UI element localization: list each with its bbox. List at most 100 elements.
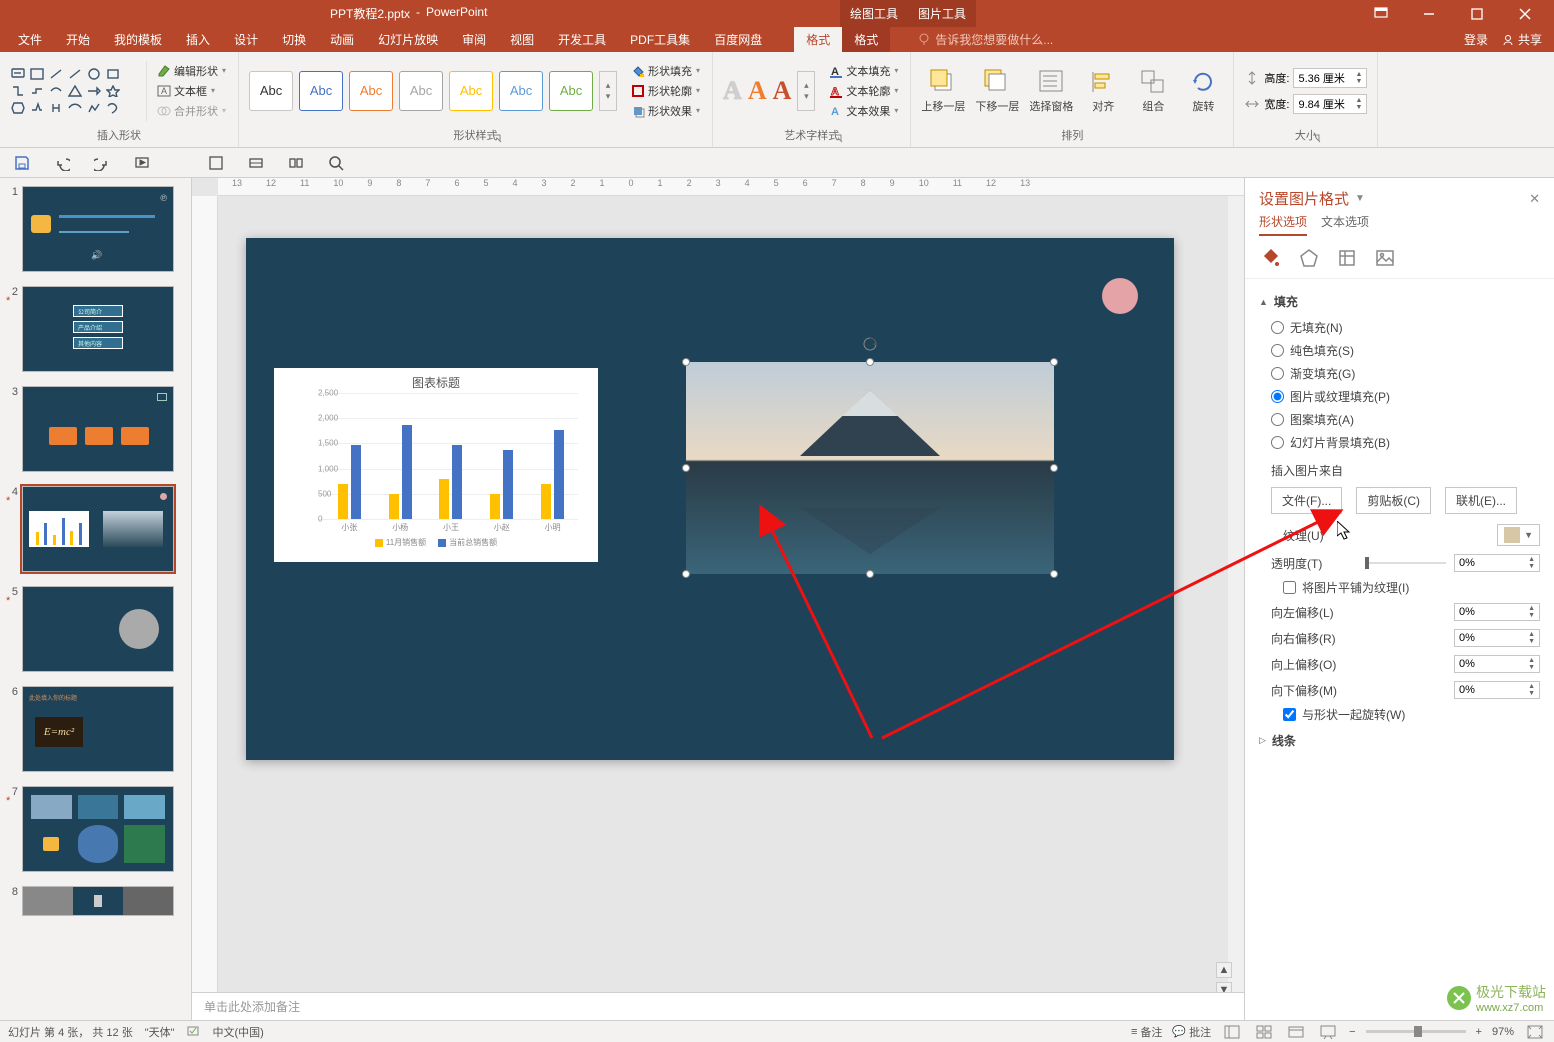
slide-editor[interactable]: 13121110987654321012345678910111213 图表标题… (192, 178, 1244, 1020)
context-tab-drawing[interactable]: 绘图工具 (840, 0, 908, 27)
text-effects-button[interactable]: A文本效果▾ (827, 102, 900, 120)
resize-handle[interactable] (866, 570, 874, 578)
radio-gradient-fill[interactable]: 渐变填充(G) (1259, 362, 1540, 385)
style-preset[interactable]: Abc (549, 71, 593, 111)
resize-handle[interactable] (682, 358, 690, 366)
zoom-level[interactable]: 97% (1492, 1026, 1514, 1038)
wordart-preset[interactable]: A (773, 76, 792, 106)
tile-checkbox[interactable]: 将图片平铺为纹理(I) (1271, 576, 1540, 599)
pink-circle-shape[interactable] (1102, 278, 1138, 314)
start-from-beginning-icon[interactable] (132, 153, 152, 173)
radio-picture-fill[interactable]: 图片或纹理填充(P) (1259, 385, 1540, 408)
notes-toggle[interactable]: ≡ 备注 (1131, 1024, 1162, 1040)
resize-handle[interactable] (682, 464, 690, 472)
bring-forward-button[interactable]: 上移一层 (921, 68, 965, 114)
chart-object[interactable]: 图表标题 05001,0001,5002,0002,500 小张小杨小王小赵小明… (274, 368, 598, 562)
slide-canvas[interactable]: 图表标题 05001,0001,5002,0002,500 小张小杨小王小赵小明… (246, 238, 1174, 760)
slide-thumbnails[interactable]: 1℗🔊 2*公司简介产品介绍其他内容 3 4* 5* 6此处填入你的标题E=mc… (0, 178, 192, 1020)
wordart-preset[interactable]: A (748, 76, 767, 106)
qat-icon[interactable] (206, 153, 226, 173)
notes-pane[interactable]: 单击此处添加备注 (192, 992, 1244, 1020)
style-preset[interactable]: Abc (399, 71, 443, 111)
style-gallery-more[interactable]: ▴▾ (599, 71, 617, 111)
tab-format-drawing[interactable]: 格式 (794, 27, 842, 52)
style-preset[interactable]: Abc (299, 71, 343, 111)
send-backward-button[interactable]: 下移一层 (975, 68, 1019, 114)
prev-slide-button[interactable]: ▲ (1216, 962, 1232, 978)
transparency-slider[interactable] (1365, 562, 1446, 564)
resize-handle[interactable] (1050, 464, 1058, 472)
group-button[interactable]: 组合 (1133, 68, 1173, 114)
tab-home[interactable]: 开始 (54, 27, 102, 52)
style-preset[interactable]: Abc (449, 71, 493, 111)
shapes-gallery[interactable] (10, 67, 138, 115)
thumbnail-slide[interactable] (22, 786, 174, 872)
undo-icon[interactable] (52, 153, 72, 173)
fill-and-line-icon[interactable] (1259, 246, 1283, 270)
maximize-icon[interactable] (1460, 0, 1494, 27)
spellcheck-icon[interactable] (187, 1023, 201, 1040)
context-tab-picture[interactable]: 图片工具 (908, 0, 976, 27)
shape-fill-button[interactable]: 形状填充▾ (629, 62, 702, 80)
tab-view[interactable]: 视图 (498, 27, 546, 52)
resize-handle[interactable] (1050, 358, 1058, 366)
ribbon-display-options-icon[interactable] (1364, 0, 1398, 27)
tellme-search[interactable]: 告诉我您想要做什么... (918, 27, 1053, 52)
qat-icon[interactable] (286, 153, 306, 173)
texture-picker[interactable]: ▼ (1497, 524, 1540, 546)
text-fill-button[interactable]: A文本填充▾ (827, 62, 900, 80)
radio-pattern-fill[interactable]: 图案填充(A) (1259, 408, 1540, 431)
tab-file[interactable]: 文件 (6, 27, 54, 52)
effects-icon[interactable] (1297, 246, 1321, 270)
language-label[interactable]: 中文(中国) (213, 1024, 264, 1040)
offset-left-input[interactable]: ▲▼ (1454, 603, 1540, 621)
resize-handle[interactable] (682, 570, 690, 578)
thumbnail-slide[interactable]: 公司简介产品介绍其他内容 (22, 286, 174, 372)
thumbnail-slide[interactable] (22, 386, 174, 472)
sorter-view-icon[interactable] (1253, 1024, 1275, 1040)
transparency-input[interactable]: ▲▼ (1454, 554, 1540, 572)
align-button[interactable]: 对齐 (1083, 68, 1123, 114)
offset-right-input[interactable]: ▲▼ (1454, 629, 1540, 647)
width-input[interactable]: ▲▼ (1293, 94, 1367, 114)
close-icon[interactable] (1508, 0, 1542, 27)
rotate-button[interactable]: 旋转 (1183, 68, 1223, 114)
slideshow-view-icon[interactable] (1317, 1024, 1339, 1040)
style-preset[interactable]: Abc (249, 71, 293, 111)
tab-animations[interactable]: 动画 (318, 27, 366, 52)
pane-dropdown-icon[interactable]: ▼ (1355, 193, 1365, 204)
rotate-handle-icon[interactable] (862, 336, 878, 352)
thumbnail-slide[interactable]: 此处填入你的标题E=mc² (22, 686, 174, 772)
tab-review[interactable]: 审阅 (450, 27, 498, 52)
file-button[interactable]: 文件(F)... (1271, 487, 1342, 514)
radio-slide-bg-fill[interactable]: 幻灯片背景填充(B) (1259, 431, 1540, 454)
pane-tab-text-options[interactable]: 文本选项 (1321, 213, 1369, 236)
radio-solid-fill[interactable]: 纯色填充(S) (1259, 339, 1540, 362)
text-outline-button[interactable]: A文本轮廓▾ (827, 82, 900, 100)
minimize-icon[interactable] (1412, 0, 1446, 27)
wordart-gallery-more[interactable]: ▴▾ (797, 71, 815, 111)
zoom-in-button[interactable]: + (1476, 1026, 1482, 1038)
style-preset[interactable]: Abc (349, 71, 393, 111)
dialog-launcher-icon[interactable] (833, 133, 845, 145)
thumbnail-slide[interactable] (22, 586, 174, 672)
section-fill[interactable]: ▲填充 (1259, 287, 1540, 316)
radio-no-fill[interactable]: 无填充(N) (1259, 316, 1540, 339)
reading-view-icon[interactable] (1285, 1024, 1307, 1040)
share-button[interactable]: 共享 (1502, 31, 1542, 48)
login-link[interactable]: 登录 (1464, 31, 1488, 48)
redo-icon[interactable] (92, 153, 112, 173)
height-input[interactable]: ▲▼ (1293, 68, 1367, 88)
zoom-slider[interactable] (1366, 1030, 1466, 1033)
comments-toggle[interactable]: 💬 批注 (1172, 1024, 1211, 1040)
shape-effects-button[interactable]: 形状效果▾ (629, 102, 702, 120)
fit-to-window-icon[interactable] (1524, 1024, 1546, 1040)
selected-image[interactable] (686, 362, 1054, 574)
scrollbar-vertical[interactable] (1228, 196, 1244, 992)
thumbnail-slide-current[interactable] (22, 486, 174, 572)
clipboard-button[interactable]: 剪贴板(C) (1356, 487, 1431, 514)
tab-developer[interactable]: 开发工具 (546, 27, 618, 52)
tab-transitions[interactable]: 切换 (270, 27, 318, 52)
zoom-icon[interactable] (326, 153, 346, 173)
qat-icon[interactable] (246, 153, 266, 173)
